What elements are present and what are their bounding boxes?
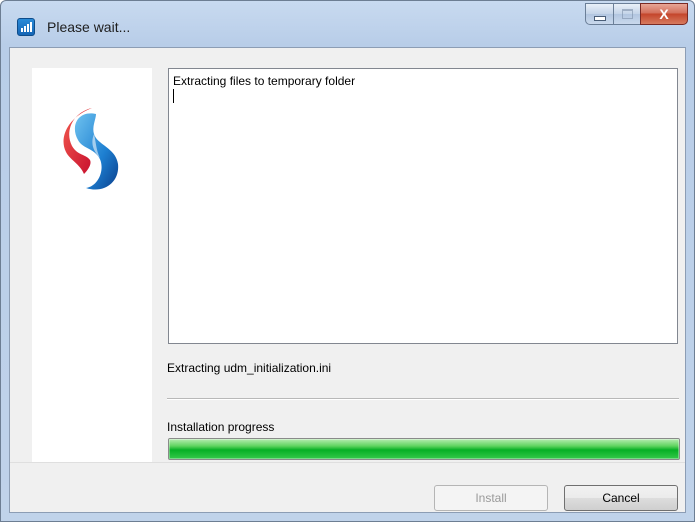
minimize-icon	[593, 15, 606, 21]
installer-window: Please wait... X Extracting files to tem…	[0, 0, 695, 522]
logo-panel	[32, 68, 152, 462]
close-button[interactable]: X	[640, 3, 688, 25]
progress-label: Installation progress	[167, 420, 275, 434]
signal-bars-icon	[17, 18, 35, 36]
caption-buttons: X	[585, 3, 688, 25]
swisscom-logo	[63, 108, 119, 190]
dialog-content: Extracting files to temporary folder Ext…	[9, 47, 686, 513]
maximize-button	[613, 3, 640, 25]
window-title: Please wait...	[47, 19, 131, 35]
cancel-button[interactable]: Cancel	[564, 485, 678, 511]
title-bar[interactable]: Please wait... X	[1, 1, 694, 47]
minimize-button[interactable]	[585, 3, 613, 25]
current-action-text: Extracting udm_initialization.ini	[167, 361, 332, 375]
button-bar: Install Cancel	[10, 462, 685, 513]
progress-fill	[169, 439, 679, 459]
separator	[167, 398, 679, 400]
close-icon: X	[659, 6, 669, 22]
log-line: Extracting files to temporary folder	[173, 74, 356, 88]
installation-progress-bar	[168, 438, 680, 460]
maximize-icon	[621, 9, 633, 19]
install-button: Install	[434, 485, 548, 511]
text-caret	[173, 89, 174, 103]
extraction-log[interactable]: Extracting files to temporary folder	[168, 68, 678, 344]
